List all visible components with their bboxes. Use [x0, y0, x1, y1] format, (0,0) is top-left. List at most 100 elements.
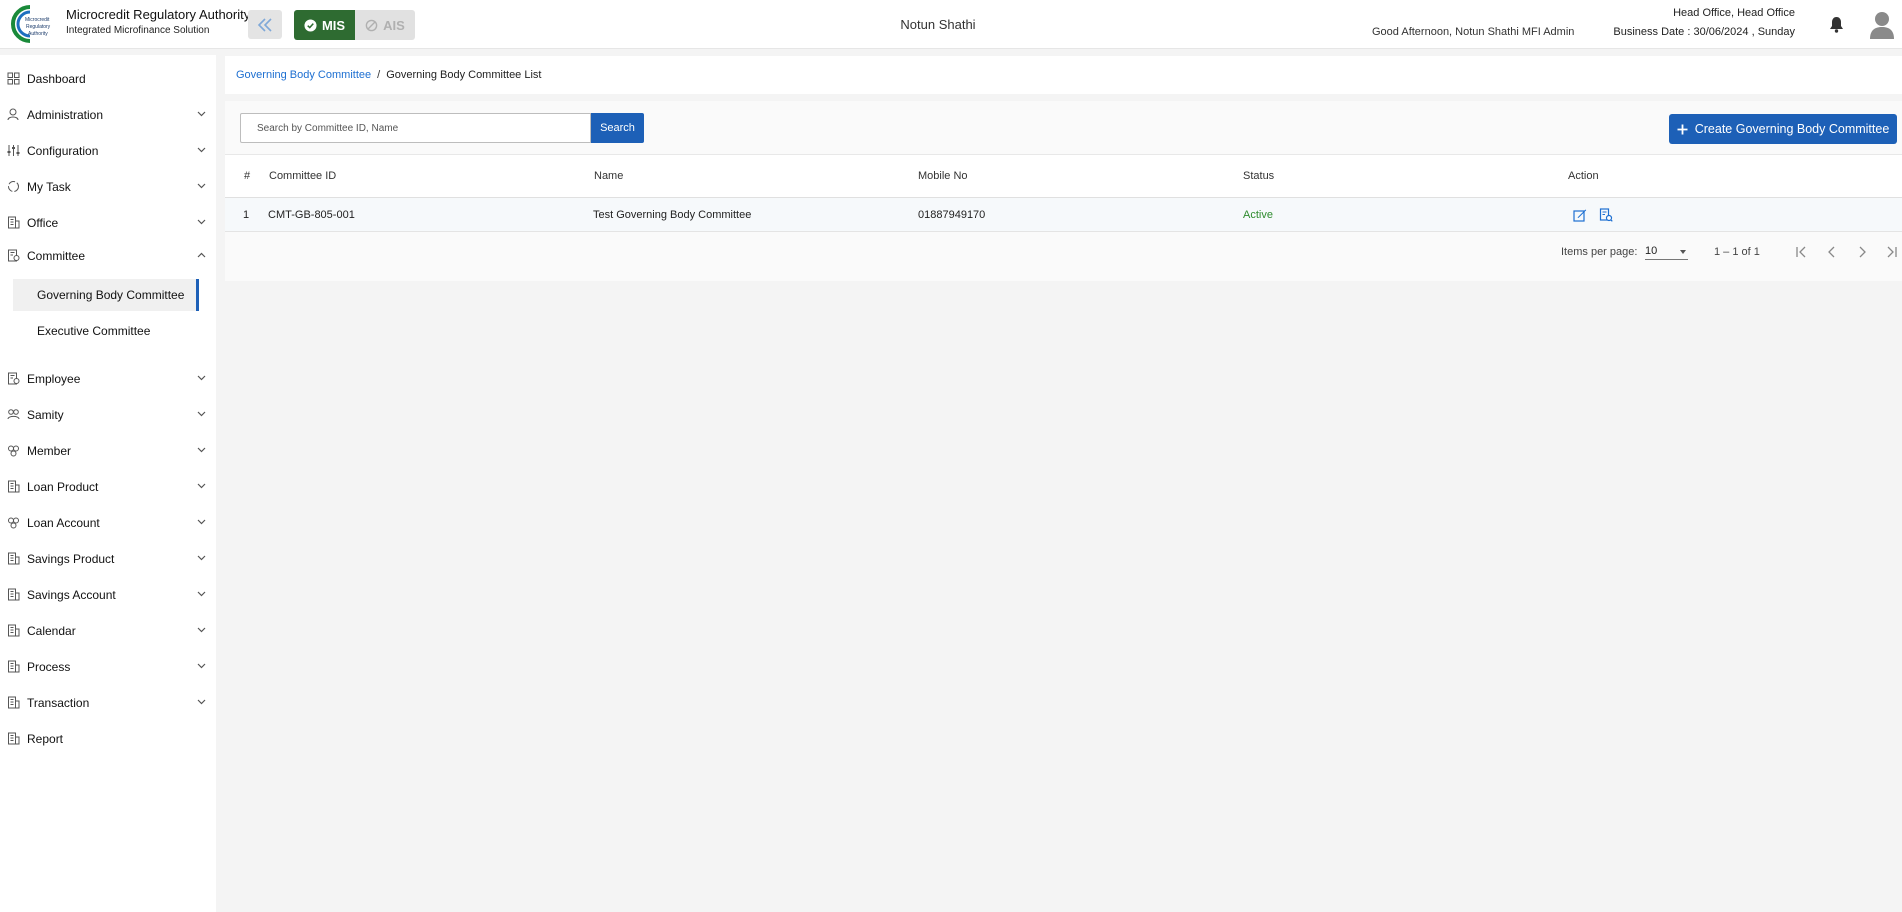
- sidebar-item-label: Configuration: [27, 144, 99, 158]
- row-committee-id: CMT-GB-805-001: [268, 208, 355, 221]
- calendar-icon: [8, 624, 20, 637]
- top-header: Microcredit Regulatory Authority Microcr…: [0, 0, 1902, 49]
- sidebar-item-label: Member: [27, 444, 72, 458]
- row-name: Test Governing Body Committee: [593, 208, 752, 221]
- chevron-up-icon: [197, 252, 206, 258]
- create-button-label: Create Governing Body Committee: [1694, 122, 1890, 136]
- sidebar-item-member[interactable]: Member: [0, 436, 216, 466]
- sidebar-item-label: Committee: [27, 249, 86, 263]
- loan-account-icon: [8, 517, 19, 529]
- column-header-status[interactable]: Status: [1243, 155, 1274, 197]
- search-button[interactable]: Search: [591, 113, 644, 143]
- chevron-down-icon: [197, 627, 206, 633]
- paginator: Items per page: 10 1 – 1 of 1: [225, 232, 1902, 272]
- sidebar-item-label: Samity: [27, 408, 64, 422]
- chevron-left-icon: [1828, 246, 1835, 258]
- members-icon: [8, 445, 19, 457]
- last-page-icon: [1887, 246, 1897, 258]
- breadcrumb-separator: /: [377, 69, 381, 81]
- chevron-down-icon: [197, 183, 206, 189]
- committee-icon: [8, 249, 20, 262]
- chevron-down-icon: [197, 591, 206, 597]
- savings-account-icon: [8, 588, 20, 601]
- greeting-text: Good Afternoon, Notun Shathi MFI Admin: [1372, 26, 1575, 38]
- breadcrumb-link-governing-body-committee[interactable]: Governing Body Committee: [236, 69, 371, 81]
- sidebar-item-loan-product[interactable]: Loan Product: [0, 472, 216, 502]
- page-size-value: 10: [1645, 245, 1658, 257]
- chevron-down-icon: [197, 411, 206, 417]
- sliders-icon: [7, 145, 20, 156]
- sidebar-item-label: Report: [27, 732, 64, 746]
- chevron-down-icon: [197, 447, 206, 453]
- items-per-page-label: Items per page:: [1561, 246, 1638, 258]
- chevron-down-icon: [197, 219, 206, 225]
- bell-icon[interactable]: [1829, 16, 1844, 33]
- sidebar-item-label: Loan Product: [27, 480, 99, 494]
- next-page-button[interactable]: [1853, 243, 1871, 261]
- breadcrumb-current: Governing Body Committee List: [386, 69, 542, 81]
- sidebar-item-savings-account[interactable]: Savings Account: [0, 580, 216, 610]
- breadcrumb: Governing Body Committee / Governing Bod…: [225, 56, 1902, 94]
- column-header-index: #: [244, 170, 251, 182]
- group-icon: [7, 409, 20, 420]
- sidebar-item-my-task[interactable]: My Task: [0, 172, 216, 202]
- committee-table: # Committee ID Name Mobile No Status Act…: [225, 154, 1902, 232]
- view-details-icon[interactable]: [1599, 207, 1613, 222]
- first-page-button[interactable]: [1793, 243, 1811, 261]
- sidebar-item-loan-account[interactable]: Loan Account: [0, 508, 216, 538]
- sidebar-item-label: Dashboard: [27, 72, 86, 86]
- first-page-icon: [1796, 246, 1806, 258]
- sidebar-item-label: Office: [27, 216, 59, 230]
- sidebar-item-samity[interactable]: Samity: [0, 400, 216, 430]
- row-index: 1: [243, 208, 250, 221]
- column-header-name[interactable]: Name: [594, 155, 623, 197]
- chevron-down-icon: [197, 111, 206, 117]
- column-header-committee-id[interactable]: Committee ID: [269, 155, 336, 197]
- process-icon: [8, 660, 20, 673]
- sidebar-subitem-executive-committee[interactable]: Executive Committee: [13, 315, 199, 347]
- sidebar-item-label: Calendar: [27, 624, 76, 638]
- sidebar-item-report[interactable]: Report: [0, 724, 216, 754]
- sidebar-item-transaction[interactable]: Transaction: [0, 688, 216, 718]
- employee-icon: [8, 372, 20, 385]
- column-header-mobile-no[interactable]: Mobile No: [918, 155, 968, 197]
- sidebar-item-savings-product[interactable]: Savings Product: [0, 544, 216, 574]
- caret-down-icon: [1680, 250, 1686, 254]
- sidebar-item-administration[interactable]: Administration: [0, 100, 216, 130]
- sidebar-item-label: Employee: [27, 372, 81, 386]
- loan-product-icon: [8, 480, 20, 493]
- admin-user-icon: [7, 108, 19, 121]
- last-page-button[interactable]: [1882, 243, 1900, 261]
- chevron-down-icon: [197, 375, 206, 381]
- sidebar-item-employee[interactable]: Employee: [0, 364, 216, 394]
- sidebar-subitem-governing-body-committee[interactable]: Governing Body Committee: [13, 279, 199, 311]
- table-row: 1 CMT-GB-805-001 Test Governing Body Com…: [225, 198, 1902, 232]
- sidebar-item-committee[interactable]: Committee: [0, 241, 216, 271]
- create-governing-body-committee-button[interactable]: Create Governing Body Committee: [1669, 114, 1897, 144]
- row-actions: [1573, 198, 1613, 231]
- user-avatar-icon[interactable]: [1870, 11, 1894, 39]
- committee-list-panel: Search Create Governing Body Committee #…: [225, 101, 1902, 281]
- chevron-down-icon: [197, 519, 206, 525]
- business-date: Business Date : 30/06/2024 , Sunday: [1613, 26, 1795, 38]
- search-input[interactable]: [240, 113, 591, 143]
- office-name: Head Office, Head Office: [1673, 7, 1795, 19]
- dashboard-icon: [7, 72, 20, 85]
- sidebar-item-label: Savings Account: [27, 588, 116, 602]
- table-header-row: # Committee ID Name Mobile No Status Act…: [225, 154, 1902, 198]
- sidebar-item-label: My Task: [27, 180, 71, 194]
- organization-name: Notun Shathi: [900, 17, 976, 32]
- office-building-icon: [8, 216, 20, 229]
- sidebar-item-office[interactable]: Office: [0, 208, 216, 238]
- edit-icon[interactable]: [1573, 208, 1587, 222]
- chevron-down-icon: [197, 663, 206, 669]
- chevron-right-icon: [1859, 246, 1866, 258]
- sidebar-item-calendar[interactable]: Calendar: [0, 616, 216, 646]
- sidebar-item-configuration[interactable]: Configuration: [0, 136, 216, 166]
- sidebar-item-dashboard[interactable]: Dashboard: [0, 64, 216, 94]
- sidebar-item-process[interactable]: Process: [0, 652, 216, 682]
- page-size-select[interactable]: 10: [1645, 240, 1688, 260]
- report-icon: [8, 732, 20, 745]
- status-badge: Active: [1243, 208, 1273, 221]
- previous-page-button[interactable]: [1823, 243, 1841, 261]
